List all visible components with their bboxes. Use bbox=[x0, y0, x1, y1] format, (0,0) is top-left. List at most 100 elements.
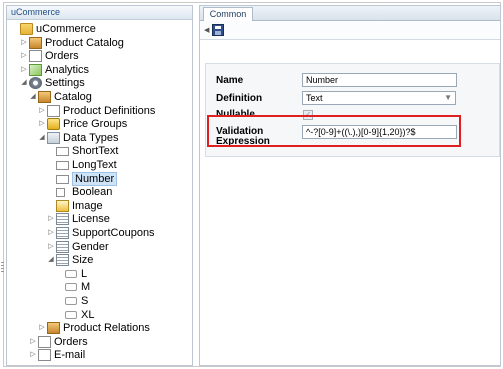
expand-toggle-icon[interactable]: ▷ bbox=[38, 107, 46, 115]
list-icon bbox=[56, 213, 69, 226]
tab-common[interactable]: Common bbox=[203, 7, 253, 21]
expand-toggle-icon[interactable]: ▷ bbox=[29, 351, 37, 359]
expand-toggle-icon[interactable]: ▷ bbox=[20, 52, 28, 60]
tree-node-size-s[interactable]: S bbox=[7, 294, 192, 308]
tree-node-label: LongText bbox=[72, 159, 117, 171]
tree-node-size[interactable]: ◢ Size bbox=[7, 253, 192, 267]
tree-node-label: XL bbox=[81, 308, 95, 321]
expand-toggle-icon[interactable]: ▷ bbox=[47, 243, 55, 251]
tree-node-label: Data Types bbox=[63, 131, 119, 144]
tree-node-label: Orders bbox=[45, 50, 79, 63]
tree-node-orders-settings[interactable]: ▷ Orders bbox=[7, 335, 192, 349]
check-icon bbox=[56, 188, 65, 198]
save-icon[interactable] bbox=[212, 24, 224, 36]
tree-node-label: ShortText bbox=[72, 145, 119, 158]
cat-icon bbox=[29, 36, 42, 49]
field-icon bbox=[56, 174, 69, 184]
tree-node-gender[interactable]: ▷ Gender bbox=[7, 240, 192, 254]
definition-row: Definition Text ▼ bbox=[206, 91, 499, 107]
gear-icon bbox=[29, 77, 42, 90]
cat-icon bbox=[38, 91, 51, 103]
tree-node-price-groups[interactable]: ▷ Price Groups bbox=[7, 117, 192, 131]
tree-node-size-l[interactable]: L bbox=[7, 267, 192, 281]
tree-node-ucommerce[interactable]: uCommerce bbox=[7, 22, 192, 36]
chart-icon bbox=[29, 63, 42, 76]
expand-toggle-icon[interactable]: ▷ bbox=[20, 39, 28, 47]
name-input[interactable]: Number bbox=[302, 73, 457, 87]
tree-node-label: uCommerce bbox=[36, 23, 96, 35]
tree-node-analytics[interactable]: ▷ Analytics bbox=[7, 63, 192, 77]
tree-node-label: Number bbox=[72, 171, 118, 186]
tree-node-boolean[interactable]: Boolean bbox=[7, 185, 192, 199]
tree-node-product-relations[interactable]: ▷ Product Relations bbox=[7, 321, 192, 335]
leaf-icon bbox=[65, 310, 77, 319]
tree-node-label: SupportCoupons bbox=[72, 227, 155, 239]
collapse-toggle-icon[interactable]: ◢ bbox=[29, 93, 37, 101]
tree-node-label: L bbox=[81, 267, 88, 280]
list-icon bbox=[56, 254, 69, 267]
tree-node-label: Gender bbox=[72, 240, 109, 253]
definition-select[interactable]: Text ▼ bbox=[302, 91, 456, 105]
list-icon bbox=[56, 240, 69, 253]
tree-node-label: Product Relations bbox=[63, 322, 150, 335]
tree-node-label: Product Catalog bbox=[45, 36, 124, 49]
expand-toggle-icon[interactable]: ▷ bbox=[47, 229, 55, 237]
tab-strip: Common bbox=[200, 6, 500, 21]
folder-icon bbox=[20, 23, 33, 35]
expand-toggle-icon[interactable]: ▷ bbox=[47, 215, 55, 223]
tree-node-label: S bbox=[81, 295, 89, 307]
leaf-icon bbox=[65, 283, 77, 292]
definition-value: Text bbox=[306, 93, 323, 103]
expand-toggle-icon[interactable]: ▷ bbox=[20, 66, 28, 74]
name-row: Name Number bbox=[206, 73, 499, 89]
tree-node-number[interactable]: Number bbox=[7, 171, 192, 186]
toolbar-arrow-icon[interactable]: ◀ bbox=[204, 26, 209, 34]
tree-node-label: Size bbox=[72, 254, 94, 267]
tree-node-catalog[interactable]: ◢ Catalog bbox=[7, 90, 192, 104]
tree-node-label: M bbox=[81, 281, 91, 294]
tree-node-product-definitions[interactable]: ▷ Product Definitions bbox=[7, 104, 192, 118]
tree-node-orders[interactable]: ▷ Orders bbox=[7, 49, 192, 63]
tree-node-product-catalog[interactable]: ▷ Product Catalog bbox=[7, 36, 192, 50]
leaf-icon bbox=[65, 269, 77, 278]
page-icon bbox=[47, 104, 60, 117]
tree-node-longtext[interactable]: LongText bbox=[7, 158, 192, 172]
expand-toggle-icon[interactable]: ▷ bbox=[38, 120, 46, 128]
tree-node-email[interactable]: ▷ E-mail bbox=[7, 348, 192, 362]
list-icon bbox=[56, 227, 69, 239]
tree-node-image[interactable]: Image bbox=[7, 199, 192, 213]
page-icon bbox=[29, 50, 42, 63]
tree-node-size-m[interactable]: M bbox=[7, 280, 192, 294]
tree-node-settings[interactable]: ◢ Settings bbox=[7, 76, 192, 90]
toolbar: ◀ bbox=[200, 21, 500, 40]
price-icon bbox=[47, 118, 60, 131]
expand-toggle-icon[interactable]: ▷ bbox=[29, 338, 37, 346]
splitter-handle[interactable] bbox=[1, 262, 4, 272]
collapse-toggle-icon[interactable]: ◢ bbox=[20, 79, 28, 87]
leaf-icon bbox=[65, 297, 77, 305]
tree-node-size-xl[interactable]: XL bbox=[7, 308, 192, 322]
tree-node-label: E-mail bbox=[54, 349, 86, 362]
tree-node-label: Catalog bbox=[54, 91, 92, 103]
chevron-down-icon: ▼ bbox=[444, 93, 452, 102]
tree-panel-header: uCommerce bbox=[7, 6, 192, 20]
field-icon bbox=[56, 161, 69, 170]
field-icon bbox=[56, 147, 69, 157]
collapse-toggle-icon[interactable]: ◢ bbox=[47, 256, 55, 264]
tree-node-label: Boolean bbox=[72, 186, 113, 199]
tree-node-label: Analytics bbox=[45, 63, 90, 76]
tree-node-shorttext[interactable]: ShortText bbox=[7, 144, 192, 158]
collapse-toggle-icon[interactable]: ◢ bbox=[38, 134, 46, 142]
tree-node-data-types[interactable]: ◢ Data Types bbox=[7, 131, 192, 145]
tree-node-license[interactable]: ▷ License bbox=[7, 212, 192, 226]
tree-node-label: Orders bbox=[54, 335, 88, 348]
editor-panel: Common ◀ Name Number Definition Text ▼ N… bbox=[199, 5, 501, 366]
tree-node-label: Settings bbox=[45, 77, 85, 90]
validation-highlight-box bbox=[207, 115, 461, 147]
tree-node-supportcoupons[interactable]: ▷ SupportCoupons bbox=[7, 226, 192, 240]
type-icon bbox=[47, 131, 60, 144]
tree-node-label: Image bbox=[72, 199, 103, 212]
tree-node-label: Price Groups bbox=[63, 118, 128, 131]
expand-toggle-icon[interactable]: ▷ bbox=[38, 324, 46, 332]
mail-icon bbox=[38, 349, 51, 362]
